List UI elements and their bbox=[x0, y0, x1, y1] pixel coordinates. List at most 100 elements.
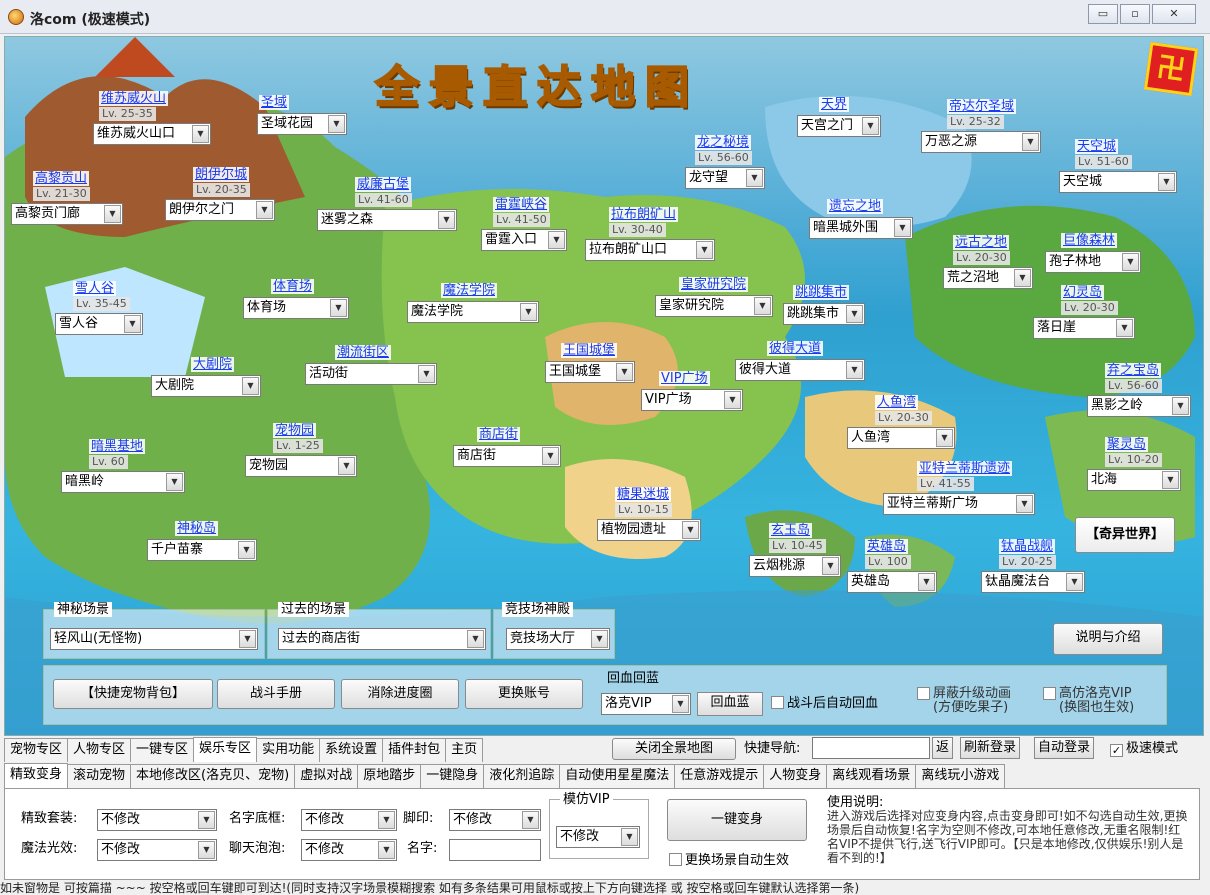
location-link[interactable]: 幻灵岛 bbox=[1061, 285, 1105, 300]
location-link[interactable]: 跳跳集市 bbox=[793, 285, 850, 300]
location-link[interactable]: 彼得大道 bbox=[767, 341, 824, 356]
close-map-button[interactable]: 关闭全景地图 bbox=[612, 738, 736, 760]
auto-restore-checkbox[interactable]: 战斗后自动回血 bbox=[771, 696, 878, 711]
refresh-login-button[interactable]: 刷新登录 bbox=[960, 737, 1021, 759]
auto-login-button[interactable]: 自动登录 bbox=[1034, 737, 1095, 759]
location-link[interactable]: 维苏威火山 bbox=[99, 91, 169, 106]
location-select[interactable]: 体育场 ▼ bbox=[243, 297, 349, 319]
location-link[interactable]: 圣域 bbox=[259, 95, 290, 110]
location-select[interactable]: 万恶之源 ▼ bbox=[921, 131, 1041, 153]
tab-main[interactable]: 实用功能 bbox=[256, 738, 321, 762]
switch-account-button[interactable]: 更换账号 bbox=[465, 679, 583, 709]
auto-apply-checkbox[interactable]: 更换场景自动生效 bbox=[669, 853, 789, 868]
location-link[interactable]: 王国城堡 bbox=[561, 343, 618, 358]
location-select[interactable]: 王国城堡 ▼ bbox=[545, 361, 635, 383]
tab-sub[interactable]: 离线观看场景 bbox=[826, 764, 917, 788]
tab-sub[interactable]: 任意游戏提示 bbox=[674, 764, 765, 788]
location-link[interactable]: 大剧院 bbox=[191, 357, 235, 372]
location-link[interactable]: 人鱼湾 bbox=[875, 395, 919, 410]
location-select[interactable]: 魔法学院 ▼ bbox=[407, 301, 539, 323]
location-select[interactable]: 北海 ▼ bbox=[1087, 469, 1181, 491]
apply-transform-button[interactable]: 一键变身 bbox=[667, 799, 807, 841]
quick-pet-bag-button[interactable]: 【快捷宠物背包】 bbox=[53, 679, 213, 709]
location-link[interactable]: 朗伊尔城 bbox=[193, 167, 250, 182]
location-link[interactable]: 远古之地 bbox=[953, 235, 1010, 250]
location-select[interactable]: 迷雾之森 ▼ bbox=[317, 209, 457, 231]
location-select[interactable]: 宠物园 ▼ bbox=[245, 455, 357, 477]
tab-sub[interactable]: 人物变身 bbox=[763, 764, 828, 788]
block-upgrade-anim-checkbox[interactable]: 屏蔽升级动画 (方便吃果子) bbox=[917, 687, 1011, 715]
go-button[interactable]: 返 bbox=[932, 737, 954, 759]
location-link[interactable]: 体育场 bbox=[271, 279, 315, 294]
location-select[interactable]: 人鱼湾 ▼ bbox=[847, 427, 955, 449]
location-select[interactable]: 拉布朗矿山口 ▼ bbox=[585, 239, 715, 261]
location-select[interactable]: 皇家研究院 ▼ bbox=[655, 295, 773, 317]
arena-select[interactable]: 竞技场大厅 ▼ bbox=[506, 628, 610, 650]
foot-select[interactable]: 不修改 ▼ bbox=[449, 809, 541, 831]
name-input[interactable] bbox=[449, 839, 541, 861]
aura-select[interactable]: 不修改 ▼ bbox=[97, 839, 217, 861]
location-link[interactable]: 亚特兰蒂斯遗迹 bbox=[917, 461, 1013, 476]
location-select[interactable]: 活动街 ▼ bbox=[305, 363, 437, 385]
location-select[interactable]: 维苏威火山口 ▼ bbox=[93, 123, 211, 145]
tab-sub[interactable]: 精致变身 bbox=[4, 763, 69, 788]
location-select[interactable]: 荒之沼地 ▼ bbox=[943, 267, 1033, 289]
location-link[interactable]: 巨像森林 bbox=[1061, 233, 1118, 248]
tab-main[interactable]: 娱乐专区 bbox=[193, 737, 258, 762]
tab-main[interactable]: 插件封包 bbox=[382, 738, 447, 762]
location-link[interactable]: VIP广场 bbox=[659, 371, 710, 386]
tab-main[interactable]: 主页 bbox=[445, 738, 484, 762]
location-select[interactable]: 英雄岛 ▼ bbox=[847, 571, 937, 593]
strange-world-button[interactable]: 【奇异世界】 bbox=[1075, 517, 1175, 553]
location-link[interactable]: 拉布朗矿山 bbox=[609, 207, 679, 222]
battle-manual-button[interactable]: 战斗手册 bbox=[217, 679, 335, 709]
location-select[interactable]: 落日崖 ▼ bbox=[1033, 317, 1135, 339]
location-link[interactable]: 糖果迷城 bbox=[615, 487, 672, 502]
location-link[interactable]: 神秘岛 bbox=[175, 521, 219, 536]
location-select[interactable]: 天空城 ▼ bbox=[1059, 171, 1177, 193]
location-link[interactable]: 玄玉岛 bbox=[769, 523, 813, 538]
location-select[interactable]: 亚特兰蒂斯广场 ▼ bbox=[883, 493, 1035, 515]
tab-main[interactable]: 人物专区 bbox=[67, 738, 132, 762]
speed-mode-checkbox[interactable]: ✓ 极速模式 bbox=[1110, 741, 1178, 757]
location-link[interactable]: 聚灵岛 bbox=[1105, 437, 1149, 452]
location-link[interactable]: 雪人谷 bbox=[73, 281, 117, 296]
location-link[interactable]: 暗黑基地 bbox=[89, 439, 146, 454]
location-link[interactable]: 商店街 bbox=[477, 427, 521, 442]
clear-progress-button[interactable]: 消除进度圈 bbox=[341, 679, 459, 709]
tab-sub[interactable]: 虚拟对战 bbox=[294, 764, 359, 788]
frame-select[interactable]: 不修改 ▼ bbox=[301, 809, 397, 831]
quick-nav-input[interactable] bbox=[812, 737, 930, 759]
location-link[interactable]: 天界 bbox=[819, 97, 850, 112]
restore-button[interactable]: 回血蓝 bbox=[697, 692, 763, 716]
imitate-vip-checkbox[interactable]: 高仿洛克VIP (换图也生效) bbox=[1043, 687, 1134, 715]
location-select[interactable]: 圣域花园 ▼ bbox=[257, 113, 347, 135]
location-link[interactable]: 潮流街区 bbox=[335, 345, 392, 360]
tab-main[interactable]: 一键专区 bbox=[130, 738, 195, 762]
minimize-button[interactable]: ▭ bbox=[1088, 4, 1118, 24]
corner-logo-icon[interactable]: 卍 bbox=[1143, 41, 1199, 97]
location-select[interactable]: 孢子林地 ▼ bbox=[1045, 251, 1141, 273]
location-select[interactable]: 暗黑岭 ▼ bbox=[61, 471, 185, 493]
location-select[interactable]: 跳跳集市 ▼ bbox=[783, 303, 865, 325]
location-link[interactable]: 宠物园 bbox=[273, 423, 317, 438]
location-select[interactable]: VIP广场 ▼ bbox=[641, 389, 743, 411]
tab-sub[interactable]: 液化剂追踪 bbox=[483, 764, 561, 788]
location-link[interactable]: 皇家研究院 bbox=[679, 277, 749, 292]
location-select[interactable]: 植物园遗址 ▼ bbox=[597, 519, 701, 541]
tab-sub[interactable]: 一键隐身 bbox=[420, 764, 485, 788]
bubble-select[interactable]: 不修改 ▼ bbox=[301, 839, 397, 861]
tab-sub[interactable]: 离线玩小游戏 bbox=[915, 764, 1006, 788]
mystery-scene-select[interactable]: 轻风山(无怪物) ▼ bbox=[50, 628, 258, 650]
location-select[interactable]: 黑影之岭 ▼ bbox=[1087, 395, 1191, 417]
location-select[interactable]: 商店街 ▼ bbox=[453, 445, 561, 467]
tab-sub[interactable]: 本地修改区(洛克贝、宠物) bbox=[130, 764, 296, 788]
location-select[interactable]: 雷霆入口 ▼ bbox=[481, 229, 567, 251]
location-link[interactable]: 高黎贡山 bbox=[33, 171, 90, 186]
location-select[interactable]: 云烟桃源 ▼ bbox=[749, 555, 841, 577]
tab-sub[interactable]: 原地踏步 bbox=[357, 764, 422, 788]
location-link[interactable]: 弃之宝岛 bbox=[1105, 363, 1162, 378]
tab-main[interactable]: 宠物专区 bbox=[4, 738, 69, 762]
intro-button[interactable]: 说明与介绍 bbox=[1053, 623, 1163, 655]
tab-sub[interactable]: 自动使用星星魔法 bbox=[559, 764, 676, 788]
